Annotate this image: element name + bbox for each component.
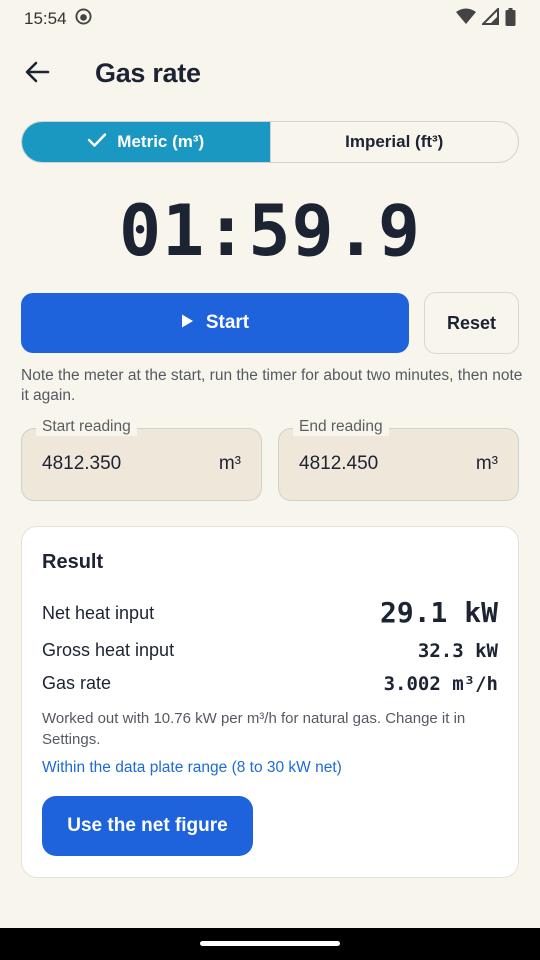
use-net-figure-button[interactable]: Use the net figure [42, 796, 253, 856]
data-plate-range-status: Within the data plate range (8 to 30 kW … [42, 759, 342, 776]
result-title: Result [42, 551, 104, 573]
unit-toggle: Metric (m³) Imperial (ft³) [21, 121, 519, 163]
reset-button[interactable]: Reset [424, 292, 519, 354]
start-button-label: Start [205, 312, 250, 333]
play-icon [181, 312, 194, 334]
net-heat-value: 29.1 kW [379, 596, 498, 629]
start-reading-value: 4812.350 [42, 453, 122, 474]
net-heat-label: Net heat input [42, 603, 155, 623]
system-nav-bar [0, 928, 540, 960]
arrow-back-icon [24, 60, 50, 89]
calculation-note: Worked out with 10.76 kW per m³/h for na… [42, 710, 466, 748]
end-reading-unit: m³ [475, 453, 498, 474]
wifi-icon [456, 8, 476, 30]
home-gesture-pill[interactable] [200, 941, 340, 946]
status-right [456, 6, 516, 31]
gross-heat-value: 32.3 kW [417, 640, 498, 662]
back-button[interactable] [14, 51, 60, 97]
end-reading-label: End reading [293, 418, 389, 436]
end-reading-field[interactable]: End reading 4812.450 m³ [278, 418, 519, 501]
start-reading-field[interactable]: Start reading 4812.350 m³ [21, 418, 262, 501]
check-icon [87, 132, 107, 153]
page-title: Gas rate [95, 58, 201, 88]
end-reading-value: 4812.450 [299, 453, 379, 474]
use-net-figure-label: Use the net figure [67, 815, 228, 836]
gross-heat-label: Gross heat input [42, 640, 175, 660]
segment-imperial[interactable]: Imperial (ft³) [269, 122, 519, 162]
status-time: 15:54 [24, 9, 67, 28]
app-bar: Gas rate [0, 48, 540, 102]
segment-metric[interactable]: Metric (m³) [22, 122, 270, 162]
result-card: Result Net heat input 29.1 kW Gross heat… [21, 526, 519, 878]
start-button[interactable]: Start [21, 293, 409, 353]
gas-rate-value: 3.002 m³/h [383, 673, 498, 695]
timer-display: 01:59.9 [118, 190, 421, 272]
status-bar: 15:54 [0, 0, 540, 38]
segment-metric-label: Metric (m³) [117, 132, 205, 151]
battery-icon [505, 7, 516, 31]
segment-imperial-label: Imperial (ft³) [345, 132, 444, 151]
status-left: 15:54 [24, 8, 92, 30]
instructions-text: Note the meter at the start, run the tim… [21, 367, 523, 404]
gas-rate-label: Gas rate [42, 673, 112, 693]
signal-icon [480, 6, 499, 30]
notification-icon [75, 8, 92, 30]
reset-button-label: Reset [446, 312, 497, 333]
start-reading-unit: m³ [218, 453, 241, 474]
start-reading-label: Start reading [36, 418, 137, 436]
